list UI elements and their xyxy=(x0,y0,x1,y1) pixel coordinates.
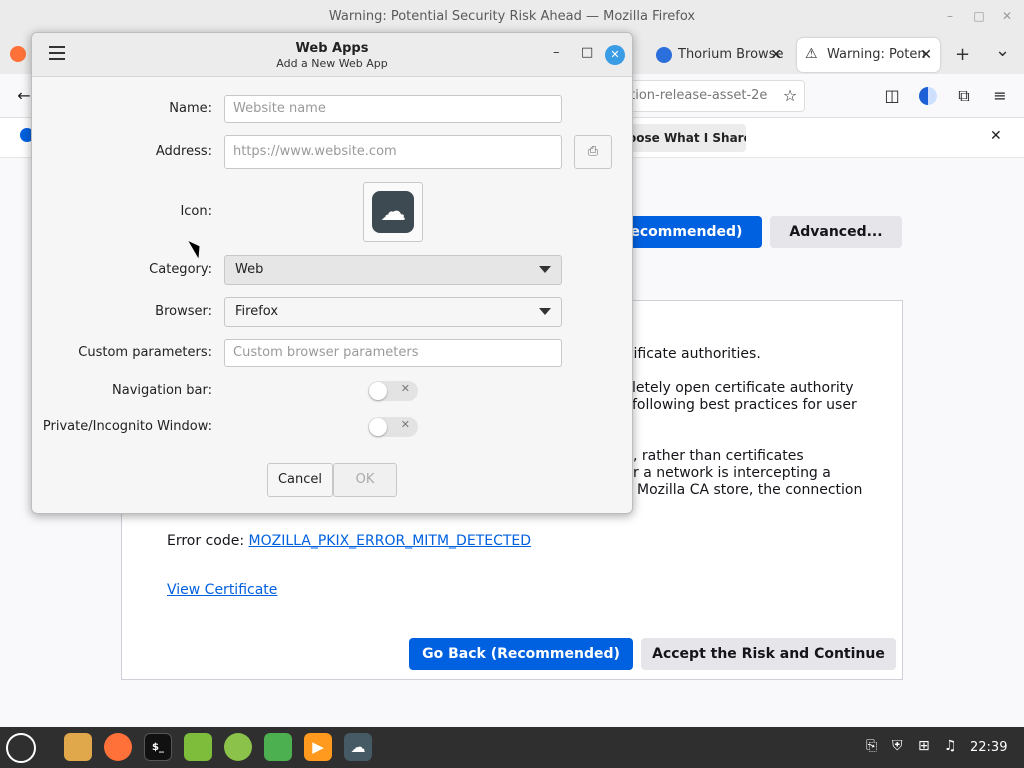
chevron-down-icon xyxy=(539,308,551,315)
address-input[interactable]: https://www.website.com xyxy=(224,135,562,169)
toggle-knob xyxy=(369,418,387,436)
body-text: Mozilla CA store, the connection xyxy=(637,482,863,498)
tab-label: Warning: Poten xyxy=(827,47,926,62)
close-icon: ✕ xyxy=(400,382,410,395)
tab-close-icon[interactable]: ✕ xyxy=(770,38,782,72)
clipboard-icon[interactable]: ⎘ xyxy=(866,738,877,754)
name-input[interactable]: Website name xyxy=(224,95,562,123)
download-favicon-button[interactable]: ⎙ xyxy=(574,135,612,169)
cancel-button[interactable]: Cancel xyxy=(267,463,333,497)
webapp-cloud-icon: ☁ xyxy=(372,191,414,233)
menu-icon[interactable]: ≡ xyxy=(990,86,1010,106)
firefox-icon[interactable] xyxy=(10,46,26,62)
shield-icon[interactable] xyxy=(264,733,292,761)
ok-button[interactable]: OK xyxy=(333,463,397,497)
pocket-icon[interactable]: ◫ xyxy=(882,86,902,106)
notification-close-icon[interactable]: ✕ xyxy=(990,128,1002,144)
mint-menu-icon[interactable] xyxy=(6,733,36,763)
private-window-toggle[interactable]: ✕ xyxy=(368,417,418,437)
window-minimize-button[interactable]: – xyxy=(943,9,957,23)
warning-icon: ⚠ xyxy=(805,46,818,62)
tab-warning[interactable]: ⚠ Warning: Poten ✕ xyxy=(797,38,940,72)
window-close-button[interactable]: ✕ xyxy=(1000,9,1014,23)
body-text: r a network is intercepting a xyxy=(633,465,831,481)
name-label: Name: xyxy=(169,101,212,116)
media-player-icon[interactable]: ▶ xyxy=(304,733,332,761)
firefox-taskbar-icon[interactable] xyxy=(104,733,132,761)
browser-label: Browser: xyxy=(155,304,212,319)
private-window-label: Private/Incognito Window: xyxy=(42,419,212,434)
mintupdate-icon[interactable] xyxy=(184,733,212,761)
body-text: letely open certificate authority xyxy=(632,380,854,396)
thorium-icon xyxy=(656,47,672,63)
custom-parameters-input[interactable]: Custom browser parameters xyxy=(224,339,562,367)
go-back-button[interactable]: Go Back (Recommended) xyxy=(409,638,633,670)
network-icon[interactable]: ⊞ xyxy=(918,738,930,754)
tab-list-button[interactable]: ⌄ xyxy=(995,40,1010,61)
address-label: Address: xyxy=(155,144,212,159)
window-maximize-button[interactable]: □ xyxy=(972,9,986,23)
navigation-bar-toggle[interactable]: ✕ xyxy=(368,381,418,401)
close-icon: ✕ xyxy=(400,418,410,431)
accept-risk-button[interactable]: Accept the Risk and Continue xyxy=(641,638,896,670)
terminal-icon[interactable]: $_ xyxy=(144,733,172,761)
category-value: Web xyxy=(235,262,264,277)
error-code-label: Error code: xyxy=(167,533,245,549)
browser-value: Firefox xyxy=(235,304,279,319)
files-icon[interactable] xyxy=(64,733,92,761)
webapps-taskbar-icon[interactable]: ☁ xyxy=(344,733,372,761)
dialog-minimize-button[interactable]: – xyxy=(553,45,560,60)
sound-icon[interactable]: ♫ xyxy=(944,738,957,754)
browser-select[interactable]: Firefox xyxy=(224,297,562,327)
software-manager-icon[interactable] xyxy=(224,733,252,761)
dark-mode-icon[interactable] xyxy=(919,87,937,105)
extensions-icon[interactable]: ⧉ xyxy=(954,86,974,106)
custom-parameters-label: Custom parameters: xyxy=(78,345,212,360)
dialog-maximize-button[interactable]: □ xyxy=(581,45,593,60)
category-select[interactable]: Web xyxy=(224,255,562,285)
tab-thorium[interactable]: Thorium Browse ✕ xyxy=(648,38,790,72)
body-text: tificate authorities. xyxy=(628,346,761,362)
tab-label: Thorium Browse xyxy=(678,47,784,62)
dialog-title: Web Apps xyxy=(295,41,369,56)
chevron-down-icon xyxy=(539,266,551,273)
body-text: following best practices for user xyxy=(632,397,857,413)
icon-picker-button[interactable]: ☁ xyxy=(363,182,423,242)
body-text: , rather than certificates xyxy=(633,448,804,464)
advanced-button[interactable]: Advanced... xyxy=(770,216,902,248)
icon-label: Icon: xyxy=(180,204,212,219)
navigation-bar-label: Navigation bar: xyxy=(112,383,212,398)
dialog-subtitle: Add a New Web App xyxy=(276,57,388,70)
new-tab-button[interactable]: + xyxy=(955,44,970,65)
dialog-close-button[interactable]: ✕ xyxy=(605,45,625,65)
category-label: Category: xyxy=(149,262,212,277)
bookmark-star-icon[interactable]: ☆ xyxy=(780,86,800,106)
view-certificate-link[interactable]: View Certificate xyxy=(167,582,277,598)
window-title: Warning: Potential Security Risk Ahead —… xyxy=(0,0,1024,34)
toggle-knob xyxy=(369,382,387,400)
error-code-link[interactable]: MOZILLA_PKIX_ERROR_MITM_DETECTED xyxy=(249,533,532,549)
security-tray-icon[interactable]: ⛨ xyxy=(892,738,903,754)
clock[interactable]: 22:39 xyxy=(970,740,1007,755)
url-text: ction-release-asset-2e xyxy=(623,88,768,103)
tab-close-icon[interactable]: ✕ xyxy=(920,38,932,72)
